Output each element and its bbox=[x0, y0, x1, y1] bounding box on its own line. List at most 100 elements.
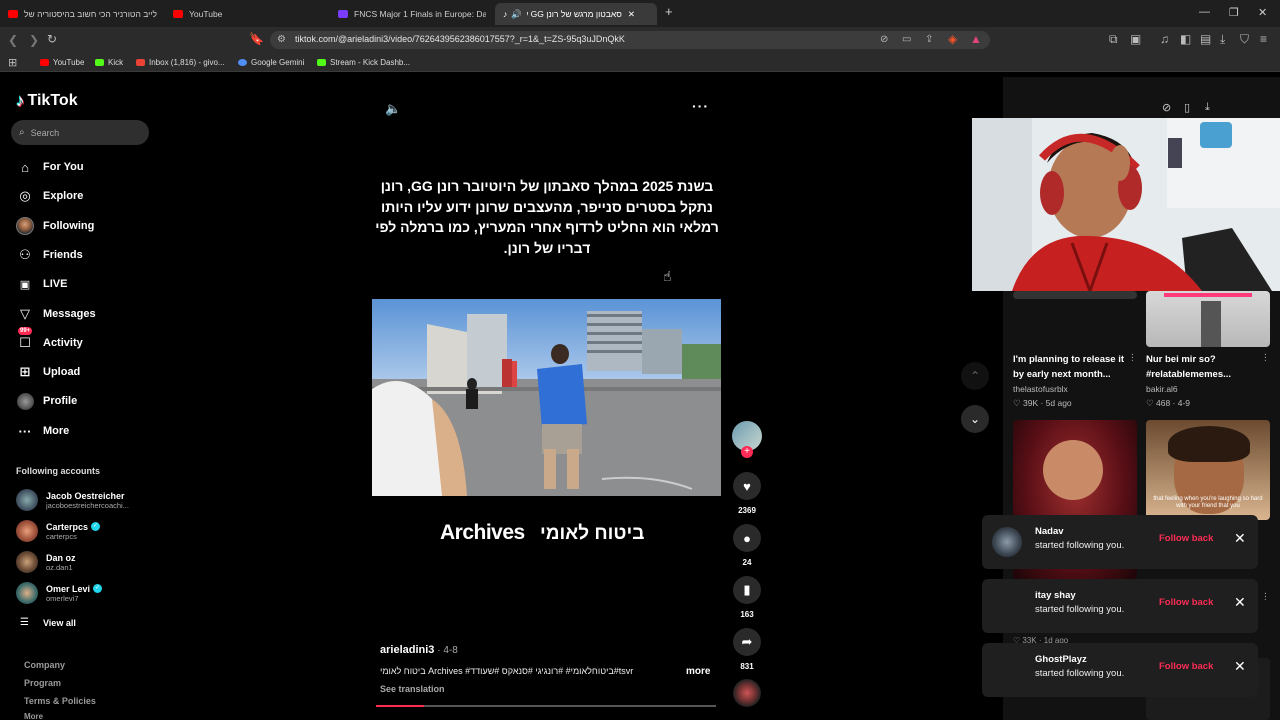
follow-back-button[interactable]: Follow back bbox=[1159, 597, 1213, 608]
video-clip[interactable] bbox=[372, 299, 721, 496]
browser-tab-2[interactable]: YouTube bbox=[173, 3, 323, 25]
footer-more[interactable]: More bbox=[24, 712, 43, 720]
following-account[interactable]: Carterpcs ✓ carterpcs bbox=[16, 517, 141, 545]
close-icon[interactable]: ✕ bbox=[1234, 530, 1246, 547]
browser-tab-3[interactable]: FNCS Major 1 Finals in Europe: Day 1 bbox=[338, 3, 486, 25]
following-accounts-heading: Following accounts bbox=[16, 466, 101, 476]
compass-icon: ◎ bbox=[19, 188, 31, 203]
previous-video-button[interactable]: ⌃ bbox=[961, 362, 989, 390]
footer-company[interactable]: Company bbox=[24, 660, 65, 670]
nav-live[interactable]: ▣ LIVE bbox=[16, 274, 68, 294]
brave-rewards-icon[interactable]: ▲ bbox=[970, 32, 982, 46]
nav-activity[interactable]: ☐ 99+ Activity bbox=[16, 327, 83, 353]
follow-notification[interactable]: Nadav started following you. Follow back… bbox=[982, 515, 1258, 569]
video-card-author[interactable]: bakir.al6 bbox=[1146, 384, 1178, 394]
nav-friends[interactable]: ⚇ Friends bbox=[16, 245, 83, 265]
share-button[interactable]: ➦ 831 bbox=[733, 628, 761, 671]
sidebar-icon[interactable]: ◧ bbox=[1180, 32, 1191, 46]
video-card-title[interactable]: I'm planning to release it by early next… bbox=[1013, 352, 1131, 382]
card-menu-icon[interactable]: ⋮ bbox=[1128, 352, 1137, 363]
video-card-title[interactable]: Nur bei mir so? #relatablememes... bbox=[1146, 352, 1264, 382]
footer-terms[interactable]: Terms & Policies bbox=[24, 696, 96, 706]
notification-text: started following you. bbox=[1035, 540, 1125, 551]
no-tracking-icon[interactable]: ⊘ bbox=[880, 33, 888, 47]
back-icon[interactable]: ❮ bbox=[8, 33, 18, 47]
download-icon[interactable]: ⤓ bbox=[1220, 32, 1225, 46]
close-icon[interactable]: ✕ bbox=[1234, 594, 1246, 611]
maximize-icon[interactable]: ❐ bbox=[1229, 6, 1239, 19]
video-options-icon[interactable]: ··· bbox=[692, 98, 709, 114]
next-video-button[interactable]: ⌄ bbox=[961, 405, 989, 433]
like-count: 2369 bbox=[738, 506, 756, 515]
view-all-link[interactable]: ☰ View all bbox=[20, 617, 76, 628]
minimize-icon[interactable]: — bbox=[1199, 6, 1210, 18]
music-icon[interactable]: ♫ bbox=[1160, 32, 1169, 46]
video-progress-bar[interactable] bbox=[376, 705, 716, 707]
video-card-thumbnail[interactable] bbox=[1146, 291, 1270, 347]
brave-shield-icon[interactable]: ◈ bbox=[948, 32, 957, 46]
bookmark-youtube[interactable]: YouTube bbox=[40, 58, 84, 67]
extensions-icon[interactable]: ⧉ bbox=[1109, 32, 1118, 46]
share-icon[interactable]: ⇪ bbox=[925, 33, 933, 47]
music-disc-icon[interactable] bbox=[733, 679, 761, 707]
video-card-thumbnail[interactable] bbox=[1013, 291, 1137, 299]
video-card-author[interactable]: thelastofusrblx bbox=[1013, 384, 1068, 394]
tab-search-icon[interactable]: ▤ bbox=[1200, 32, 1211, 46]
close-window-icon[interactable]: ✕ bbox=[1258, 6, 1267, 19]
compass-icon[interactable]: ⊘ bbox=[1162, 101, 1171, 114]
new-tab-button[interactable]: + bbox=[665, 4, 673, 19]
footer-program[interactable]: Program bbox=[24, 678, 61, 688]
site-info-icon[interactable]: ⚙ bbox=[277, 33, 286, 47]
nav-explore[interactable]: ◎ Explore bbox=[16, 186, 83, 206]
following-account[interactable]: Dan oz oz.dan1 bbox=[16, 548, 141, 576]
caption-more-button[interactable]: more bbox=[686, 666, 710, 677]
menu-icon[interactable]: ≡ bbox=[1260, 32, 1267, 46]
wallet-icon[interactable]: ▣ bbox=[1130, 32, 1141, 46]
bookmark-kick[interactable]: Kick bbox=[95, 58, 123, 67]
save-button[interactable]: ▮ 163 bbox=[733, 576, 761, 619]
follow-notification[interactable]: itay shay started following you. Follow … bbox=[982, 579, 1258, 633]
avatar bbox=[16, 551, 38, 573]
comment-icon: ● bbox=[733, 524, 761, 552]
follow-back-button[interactable]: Follow back bbox=[1159, 661, 1213, 672]
reload-icon[interactable]: ↻ bbox=[47, 32, 57, 46]
close-tab-icon[interactable]: ✕ bbox=[628, 9, 635, 20]
share-arrow-icon: ➦ bbox=[733, 628, 761, 656]
following-account[interactable]: Jacob Oestreicher jacoboestreichercoachi.… bbox=[16, 486, 141, 514]
apps-grid-icon[interactable]: ⊞ bbox=[8, 56, 17, 70]
see-translation-button[interactable]: See translation bbox=[380, 684, 445, 694]
card-menu-icon[interactable]: ⋮ bbox=[1261, 591, 1270, 602]
video-author[interactable]: arieladini3 · 4-8 bbox=[380, 644, 458, 656]
close-icon[interactable]: ✕ bbox=[1234, 658, 1246, 675]
tiktok-favicon-icon: ♪ bbox=[503, 9, 508, 19]
volume-icon[interactable]: 🔈 bbox=[385, 101, 401, 117]
bookmark-gmail[interactable]: Inbox (1,816) - givo... bbox=[136, 58, 225, 67]
search-input[interactable]: ⌕ Search bbox=[11, 120, 149, 145]
display-icon[interactable]: ▭ bbox=[902, 33, 911, 47]
browser-tab-4-active[interactable]: ♪ 🔊 סאבטון מרגש של רונן GG עם ✕ bbox=[495, 3, 657, 25]
bookmark-icon[interactable]: 🔖 bbox=[249, 32, 264, 46]
bookmark-gemini[interactable]: Google Gemini bbox=[238, 58, 304, 67]
nav-for-you[interactable]: ⌂ For You bbox=[16, 157, 83, 177]
nav-following[interactable]: Following bbox=[16, 216, 94, 236]
url-text[interactable]: tiktok.com/@arieladini3/video/7626439562… bbox=[295, 34, 625, 44]
download-icon[interactable]: ⤓ bbox=[1205, 101, 1210, 114]
bookmark-kick-dashboard[interactable]: Stream - Kick Dashb... bbox=[317, 58, 410, 67]
phone-icon[interactable]: ▯ bbox=[1184, 101, 1190, 114]
nav-profile[interactable]: Profile bbox=[16, 391, 77, 411]
tiktok-logo[interactable]: ♪ TikTok bbox=[16, 91, 78, 111]
browser-tab-1[interactable]: לייב הטורניר הכי חשוב בהיסטוריה של bbox=[8, 3, 168, 25]
comment-button[interactable]: ● 24 bbox=[733, 524, 761, 567]
nav-messages[interactable]: ▽ Messages bbox=[16, 304, 96, 324]
follow-back-button[interactable]: Follow back bbox=[1159, 533, 1213, 544]
follow-notification[interactable]: GhostPlayz started following you. Follow… bbox=[982, 643, 1258, 697]
like-button[interactable]: ♥ 2369 bbox=[733, 472, 761, 515]
forward-icon[interactable]: ❯ bbox=[29, 33, 39, 47]
follow-plus-button[interactable]: + bbox=[741, 446, 753, 458]
vpn-icon[interactable]: ⛉ bbox=[1240, 32, 1249, 46]
nav-upload[interactable]: ⊞ Upload bbox=[16, 362, 81, 382]
video-card-thumbnail[interactable]: that feeling when you're laughing so har… bbox=[1146, 420, 1270, 520]
following-account[interactable]: Omer Levi ✓ omerlevi7 bbox=[16, 579, 141, 607]
card-menu-icon[interactable]: ⋮ bbox=[1261, 352, 1270, 363]
nav-more[interactable]: ··· More bbox=[16, 421, 70, 441]
